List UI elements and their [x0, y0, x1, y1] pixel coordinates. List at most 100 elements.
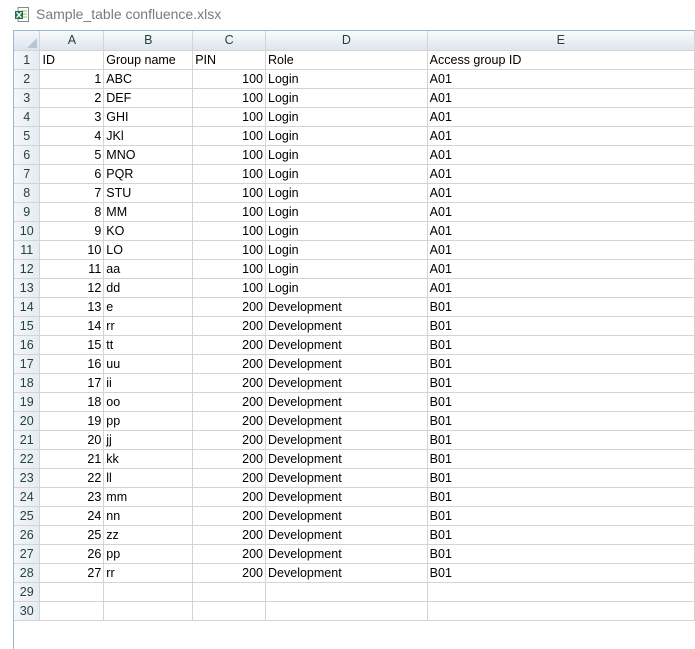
row-header[interactable]: 19 [14, 392, 41, 412]
cell-b[interactable]: ABC [103, 69, 194, 89]
select-all-corner[interactable] [14, 31, 41, 51]
row-header[interactable]: 8 [14, 183, 41, 203]
cell-c[interactable]: 200 [192, 468, 267, 488]
cell-a[interactable]: 2 [39, 88, 105, 108]
cell-b[interactable]: DEF [103, 88, 194, 108]
row-header[interactable]: 14 [14, 297, 41, 317]
row-header[interactable]: 7 [14, 164, 41, 184]
cell-d[interactable]: Development [265, 525, 428, 545]
cell-e[interactable]: B01 [427, 487, 695, 507]
cell-b[interactable]: uu [103, 354, 194, 374]
row-header[interactable]: 9 [14, 202, 41, 222]
row-header[interactable]: 2 [14, 69, 41, 89]
cell-b[interactable] [103, 601, 194, 621]
cell-c[interactable] [192, 601, 267, 621]
cell-a[interactable]: 19 [39, 411, 105, 431]
cell-b[interactable]: ll [103, 468, 194, 488]
cell-d[interactable]: Development [265, 297, 428, 317]
cell-c[interactable]: 100 [192, 69, 267, 89]
cell-c[interactable]: 200 [192, 525, 267, 545]
cell-a[interactable]: 17 [39, 373, 105, 393]
cell-b[interactable]: mm [103, 487, 194, 507]
cell-d[interactable]: Development [265, 430, 428, 450]
cell-b[interactable]: pp [103, 411, 194, 431]
cell-d[interactable]: Login [265, 221, 428, 241]
cell-e[interactable]: B01 [427, 506, 695, 526]
cell-c[interactable]: 200 [192, 316, 267, 336]
cell-a[interactable]: 12 [39, 278, 105, 298]
cell-c[interactable]: 200 [192, 392, 267, 412]
cell-a[interactable]: 20 [39, 430, 105, 450]
cell-a[interactable]: 26 [39, 544, 105, 564]
cell-e[interactable] [427, 601, 695, 621]
cell-e[interactable]: A01 [427, 88, 695, 108]
cell-c[interactable]: 100 [192, 202, 267, 222]
cell-a[interactable]: 15 [39, 335, 105, 355]
row-header[interactable]: 16 [14, 335, 41, 355]
cell-e[interactable]: A01 [427, 259, 695, 279]
cell-c[interactable]: 100 [192, 126, 267, 146]
row-header[interactable]: 25 [14, 506, 41, 526]
row-header[interactable]: 27 [14, 544, 41, 564]
cell-d[interactable]: Development [265, 544, 428, 564]
cell-b[interactable] [103, 582, 194, 602]
cell-d[interactable]: Development [265, 563, 428, 583]
cell-a[interactable]: 10 [39, 240, 105, 260]
cell-c[interactable]: 100 [192, 145, 267, 165]
cell-e[interactable]: A01 [427, 145, 695, 165]
cell-e[interactable]: B01 [427, 373, 695, 393]
cell-a[interactable] [39, 582, 105, 602]
cell-c[interactable]: 200 [192, 354, 267, 374]
cell-a[interactable]: 4 [39, 126, 105, 146]
cell-a[interactable]: 24 [39, 506, 105, 526]
cell-d[interactable]: Development [265, 354, 428, 374]
row-header[interactable]: 18 [14, 373, 41, 393]
cell-c[interactable]: 100 [192, 107, 267, 127]
cell-d[interactable]: Development [265, 373, 428, 393]
cell-b[interactable]: KO [103, 221, 194, 241]
cell-c[interactable]: 100 [192, 221, 267, 241]
cell-c[interactable]: 200 [192, 506, 267, 526]
cell-d[interactable]: Development [265, 411, 428, 431]
cell-e[interactable]: B01 [427, 525, 695, 545]
column-header-d[interactable]: D [265, 31, 428, 51]
cell-e[interactable]: A01 [427, 126, 695, 146]
cell-b[interactable]: oo [103, 392, 194, 412]
cell-c[interactable]: 200 [192, 297, 267, 317]
row-header[interactable]: 13 [14, 278, 41, 298]
cell-d[interactable] [265, 601, 428, 621]
cell-c[interactable]: 200 [192, 563, 267, 583]
cell-e[interactable]: B01 [427, 297, 695, 317]
row-header[interactable]: 15 [14, 316, 41, 336]
cell-c[interactable] [192, 582, 267, 602]
row-header[interactable]: 6 [14, 145, 41, 165]
cell-c[interactable]: 200 [192, 487, 267, 507]
cell-d[interactable]: Development [265, 392, 428, 412]
cell-e[interactable]: B01 [427, 354, 695, 374]
cell-d[interactable]: Development [265, 506, 428, 526]
cell-d[interactable]: Login [265, 88, 428, 108]
row-header[interactable]: 22 [14, 449, 41, 469]
cell-b[interactable]: rr [103, 316, 194, 336]
cell-d[interactable] [265, 582, 428, 602]
cell-c[interactable]: 100 [192, 88, 267, 108]
cell-d[interactable]: Development [265, 468, 428, 488]
cell-b[interactable]: STU [103, 183, 194, 203]
row-header[interactable]: 20 [14, 411, 41, 431]
row-header[interactable]: 30 [14, 601, 41, 621]
cell-a[interactable]: 25 [39, 525, 105, 545]
cell-d[interactable]: Login [265, 183, 428, 203]
cell-e[interactable]: A01 [427, 107, 695, 127]
row-header[interactable]: 24 [14, 487, 41, 507]
cell-b[interactable]: jj [103, 430, 194, 450]
cell-b[interactable]: tt [103, 335, 194, 355]
cell-b[interactable]: e [103, 297, 194, 317]
cell-e[interactable]: A01 [427, 202, 695, 222]
cell-e[interactable]: B01 [427, 335, 695, 355]
cell-d[interactable]: Login [265, 202, 428, 222]
cell-a[interactable]: 16 [39, 354, 105, 374]
cell-c[interactable]: 200 [192, 430, 267, 450]
column-header-a[interactable]: A [39, 31, 105, 51]
cell-e[interactable]: A01 [427, 240, 695, 260]
cell-a[interactable]: 27 [39, 563, 105, 583]
